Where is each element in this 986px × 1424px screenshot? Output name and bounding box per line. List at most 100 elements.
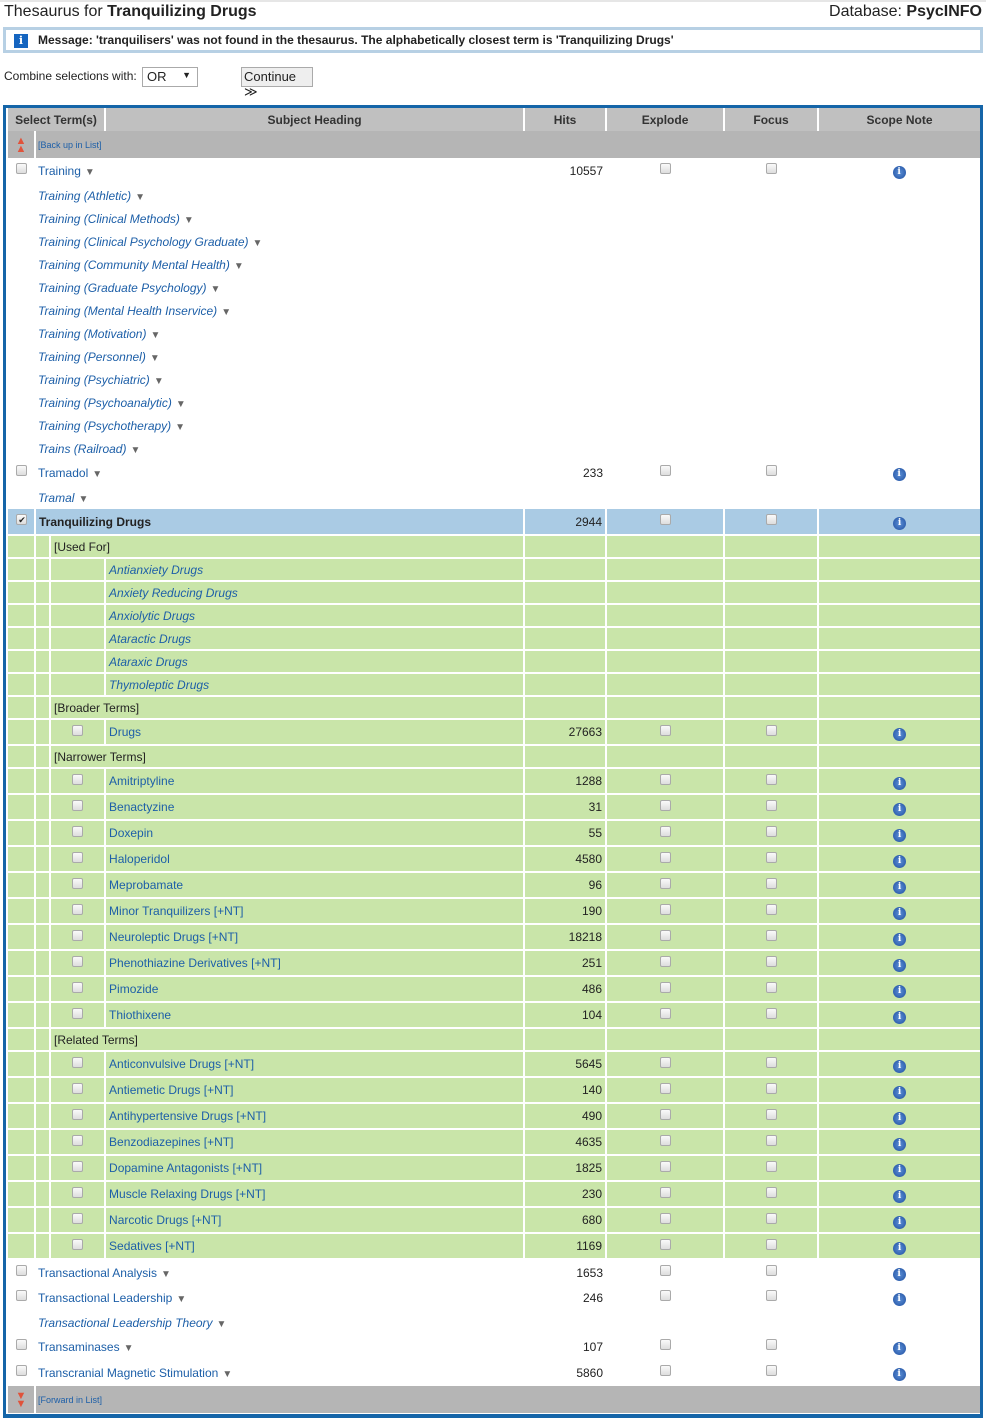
focus-checkbox[interactable] xyxy=(765,774,777,785)
scope-note-info-icon[interactable]: i xyxy=(893,829,907,842)
select-checkbox[interactable] xyxy=(72,1008,84,1019)
focus-checkbox[interactable] xyxy=(765,514,777,525)
used-for-link[interactable]: Anxiety Reducing Drugs xyxy=(109,586,238,600)
select-checkbox[interactable] xyxy=(72,1135,84,1146)
select-checkbox[interactable] xyxy=(72,800,84,811)
explode-checkbox[interactable] xyxy=(659,1290,671,1301)
related-term-link[interactable]: Phenothiazine Derivatives [+NT] xyxy=(109,956,281,970)
related-term-link[interactable]: Benzodiazepines [+NT] xyxy=(109,1135,233,1149)
explode-checkbox[interactable] xyxy=(659,904,671,915)
scope-note-info-icon[interactable]: i xyxy=(892,468,906,481)
expand-triangle-icon[interactable]: ▼ xyxy=(85,167,95,178)
select-checkbox[interactable] xyxy=(16,1265,27,1276)
related-term-link[interactable]: Drugs xyxy=(109,725,141,739)
term-link[interactable]: Transaminases xyxy=(38,1340,120,1354)
focus-checkbox[interactable] xyxy=(765,1109,777,1120)
scope-note-info-icon[interactable]: i xyxy=(893,1216,907,1229)
alt-term-link[interactable]: Tramal xyxy=(38,491,74,505)
expand-triangle-icon[interactable]: ▼ xyxy=(175,422,185,433)
term-link[interactable]: Tramadol xyxy=(38,466,88,480)
explode-checkbox[interactable] xyxy=(659,1239,671,1250)
select-checkbox[interactable] xyxy=(72,1187,84,1198)
used-for-link[interactable]: Antianxiety Drugs xyxy=(109,563,203,577)
used-for-link[interactable]: Ataraxic Drugs xyxy=(109,655,188,669)
expand-triangle-icon[interactable]: ▼ xyxy=(92,469,102,480)
scope-note-info-icon[interactable]: i xyxy=(893,728,907,741)
select-checkbox[interactable] xyxy=(72,904,84,915)
related-term-link[interactable]: Muscle Relaxing Drugs [+NT] xyxy=(109,1187,265,1201)
term-link[interactable]: Transcranial Magnetic Stimulation xyxy=(38,1366,218,1380)
expand-triangle-icon[interactable]: ▼ xyxy=(150,353,160,364)
scope-note-info-icon[interactable]: i xyxy=(893,1242,907,1255)
used-for-link[interactable]: Ataractic Drugs xyxy=(109,632,191,646)
scope-note-info-icon[interactable]: i xyxy=(893,907,907,920)
explode-checkbox[interactable] xyxy=(659,1213,671,1224)
select-checkbox[interactable] xyxy=(72,725,84,736)
expand-triangle-icon[interactable]: ▼ xyxy=(135,192,145,203)
alt-term-link[interactable]: Transactional Leadership Theory xyxy=(38,1316,213,1330)
expand-triangle-icon[interactable]: ▼ xyxy=(184,215,194,226)
expand-triangle-icon[interactable]: ▼ xyxy=(234,261,244,272)
select-checkbox[interactable] xyxy=(72,878,84,889)
focus-checkbox[interactable] xyxy=(765,1290,777,1301)
select-checkbox[interactable] xyxy=(72,956,84,967)
select-checkbox[interactable] xyxy=(72,982,84,993)
focus-checkbox[interactable] xyxy=(765,1057,777,1068)
back-up-link[interactable]: [Back up in List] xyxy=(38,140,102,150)
focus-checkbox[interactable] xyxy=(765,1083,777,1094)
focus-checkbox[interactable] xyxy=(765,852,777,863)
explode-checkbox[interactable] xyxy=(659,514,671,525)
scope-note-info-icon[interactable]: i xyxy=(893,1138,907,1151)
used-for-link[interactable]: Thymoleptic Drugs xyxy=(109,678,209,692)
alt-term-link[interactable]: Trains (Railroad) xyxy=(38,442,126,456)
explode-checkbox[interactable] xyxy=(659,1187,671,1198)
explode-checkbox[interactable] xyxy=(659,1365,671,1376)
expand-triangle-icon[interactable]: ▼ xyxy=(221,307,231,318)
select-checkbox[interactable] xyxy=(72,1083,84,1094)
alt-term-link[interactable]: Training (Graduate Psychology) xyxy=(38,281,207,295)
term-link[interactable]: Transactional Leadership xyxy=(38,1291,172,1305)
related-term-link[interactable]: Benactyzine xyxy=(109,800,174,814)
expand-triangle-icon[interactable]: ▼ xyxy=(161,1269,171,1280)
focus-checkbox[interactable] xyxy=(765,1213,777,1224)
select-checkbox[interactable] xyxy=(72,774,84,785)
scope-note-info-icon[interactable]: i xyxy=(893,1190,907,1203)
select-checkbox[interactable] xyxy=(72,930,84,941)
scope-note-info-icon[interactable]: i xyxy=(893,1086,907,1099)
focus-checkbox[interactable] xyxy=(765,930,777,941)
explode-checkbox[interactable] xyxy=(659,163,671,174)
alt-term-link[interactable]: Training (Clinical Methods) xyxy=(38,212,180,226)
select-checkbox[interactable] xyxy=(72,826,84,837)
focus-checkbox[interactable] xyxy=(765,800,777,811)
explode-checkbox[interactable] xyxy=(659,852,671,863)
alt-term-link[interactable]: Training (Athletic) xyxy=(38,189,131,203)
select-checkbox[interactable] xyxy=(72,1057,84,1068)
explode-checkbox[interactable] xyxy=(659,1057,671,1068)
related-term-link[interactable]: Haloperidol xyxy=(109,852,170,866)
scope-note-info-icon[interactable]: i xyxy=(892,1342,906,1355)
explode-checkbox[interactable] xyxy=(659,956,671,967)
related-term-link[interactable]: Pimozide xyxy=(109,982,158,996)
related-term-link[interactable]: Sedatives [+NT] xyxy=(109,1239,195,1253)
related-term-link[interactable]: Meprobamate xyxy=(109,878,183,892)
select-checkbox[interactable] xyxy=(72,1109,84,1120)
related-term-link[interactable]: Antihypertensive Drugs [+NT] xyxy=(109,1109,266,1123)
expand-triangle-icon[interactable]: ▼ xyxy=(253,238,263,249)
back-up-icon[interactable]: ▲ ▲ xyxy=(8,131,36,158)
related-term-link[interactable]: Neuroleptic Drugs [+NT] xyxy=(109,930,238,944)
focus-checkbox[interactable] xyxy=(765,1161,777,1172)
focus-checkbox[interactable] xyxy=(765,1135,777,1146)
explode-checkbox[interactable] xyxy=(659,1161,671,1172)
expand-triangle-icon[interactable]: ▼ xyxy=(124,1343,134,1354)
expand-triangle-icon[interactable]: ▼ xyxy=(130,445,140,456)
alt-term-link[interactable]: Training (Community Mental Health) xyxy=(38,258,230,272)
explode-checkbox[interactable] xyxy=(659,930,671,941)
explode-checkbox[interactable] xyxy=(659,878,671,889)
related-term-link[interactable]: Amitriptyline xyxy=(109,774,174,788)
scope-note-info-icon[interactable]: i xyxy=(893,959,907,972)
related-term-link[interactable]: Doxepin xyxy=(109,826,153,840)
term-link[interactable]: Training xyxy=(38,164,81,178)
alt-term-link[interactable]: Training (Psychotherapy) xyxy=(38,419,171,433)
combine-select[interactable]: OR ▼ xyxy=(142,67,198,87)
forward-icon[interactable]: ▼ ▼ xyxy=(8,1386,36,1413)
